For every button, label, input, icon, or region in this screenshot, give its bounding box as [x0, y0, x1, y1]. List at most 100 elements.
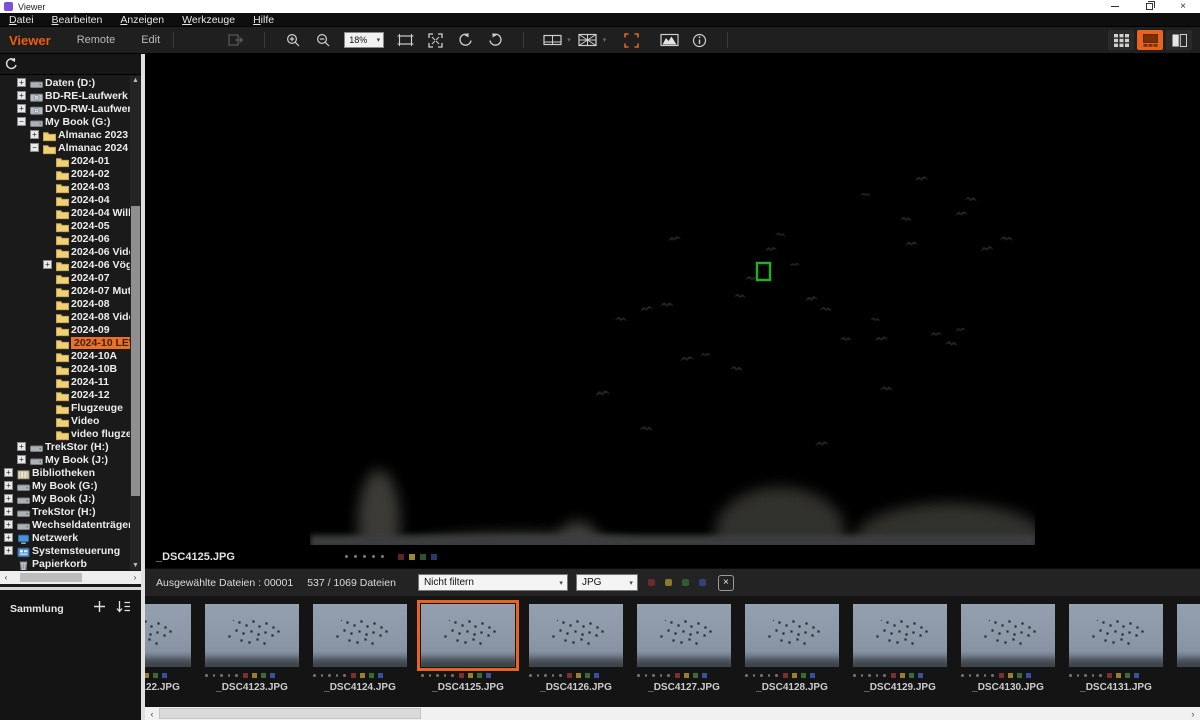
rating-dots[interactable]: [345, 555, 390, 558]
rating-dot[interactable]: [775, 674, 778, 677]
expand-icon[interactable]: +: [4, 481, 13, 490]
expand-icon[interactable]: +: [17, 442, 26, 451]
tree-item-2024-07[interactable]: 2024-07: [0, 271, 141, 284]
rating-dot[interactable]: [235, 674, 238, 677]
tree-item-dvd-rw-laufwerk-f[interactable]: +DVD-RW-Laufwerk (F:): [0, 102, 141, 115]
rating-dot[interactable]: [321, 674, 324, 677]
tree-item-2024-02[interactable]: 2024-02: [0, 167, 141, 180]
color-label-square[interactable]: [900, 673, 905, 678]
info-button[interactable]: [687, 30, 711, 51]
menu-werkzeuge[interactable]: Werkzeuge: [173, 14, 244, 26]
rating-dot[interactable]: [381, 555, 384, 558]
filmstrip-scrollbar[interactable]: ‹ ›: [145, 707, 1200, 720]
thumbnail-dsc4131-jpg[interactable]: _DSC4131.JPG: [1062, 596, 1170, 707]
close-button[interactable]: ×: [1166, 0, 1200, 13]
tree-vscroll-thumb[interactable]: [131, 206, 140, 496]
thumbnail-rating-row[interactable]: [745, 673, 839, 678]
thumbnail-rating-row[interactable]: [421, 673, 515, 678]
zoom-in-button[interactable]: [281, 30, 305, 51]
rating-dot[interactable]: [372, 555, 375, 558]
tree-item-2024-06-vögel[interactable]: +2024-06 Vögel: [0, 258, 141, 271]
rating-dot[interactable]: [220, 674, 223, 677]
color-labels[interactable]: [398, 554, 442, 560]
thumbnail-image[interactable]: [529, 604, 623, 667]
tree-item-video[interactable]: Video: [0, 414, 141, 427]
thumbnail-image[interactable]: [313, 604, 407, 667]
rating-dot[interactable]: [1069, 674, 1072, 677]
color-label-square[interactable]: [420, 554, 426, 560]
tree-item-2024-10b[interactable]: 2024-10B: [0, 362, 141, 375]
thumbnail-image[interactable]: [637, 604, 731, 667]
color-label-square[interactable]: [1026, 673, 1031, 678]
color-label-square[interactable]: [999, 673, 1004, 678]
tree-item-2024-06[interactable]: 2024-06: [0, 232, 141, 245]
rating-dot[interactable]: [969, 674, 972, 677]
color-label-square[interactable]: [684, 673, 689, 678]
expand-icon[interactable]: +: [17, 455, 26, 464]
format-select[interactable]: JPG ▾: [576, 574, 638, 591]
compare-grid-button[interactable]: [576, 30, 600, 51]
color-label-square[interactable]: [261, 673, 266, 678]
color-label-square[interactable]: [153, 673, 158, 678]
rating-dot[interactable]: [205, 674, 208, 677]
color-label-square[interactable]: [567, 673, 572, 678]
thumbnail-rating-row[interactable]: [1069, 673, 1163, 678]
color-label-square[interactable]: [270, 673, 275, 678]
thumbnail-dsc4128-jpg[interactable]: _DSC4128.JPG: [738, 596, 846, 707]
collapse-icon[interactable]: −: [30, 143, 39, 152]
expand-icon[interactable]: +: [17, 78, 26, 87]
filmstrip-view-button[interactable]: [1137, 30, 1163, 50]
tree-hscroll-thumb[interactable]: [20, 573, 82, 582]
tree-item-my-book-j[interactable]: +My Book (J:): [0, 492, 141, 505]
rating-dot[interactable]: [984, 674, 987, 677]
tree-item-2024-06-video[interactable]: 2024-06 Video: [0, 245, 141, 258]
thumbnail-dsc4123-jpg[interactable]: _DSC4123.JPG: [198, 596, 306, 707]
expand-icon[interactable]: +: [4, 468, 13, 477]
color-label-square[interactable]: [594, 673, 599, 678]
chevron-down-icon[interactable]: ▾: [603, 36, 607, 44]
tree-item-my-book-g[interactable]: +My Book (G:): [0, 479, 141, 492]
color-label-square[interactable]: [792, 673, 797, 678]
thumbnail-dsc4130-jpg[interactable]: _DSC4130.JPG: [954, 596, 1062, 707]
tree-item-2024-01[interactable]: 2024-01: [0, 154, 141, 167]
thumbnail-rating-row[interactable]: [637, 673, 731, 678]
collapse-icon[interactable]: −: [17, 117, 26, 126]
thumbnail-rating-row[interactable]: [313, 673, 407, 678]
thumbnail-image[interactable]: [421, 604, 515, 667]
expand-icon[interactable]: +: [17, 104, 26, 113]
rating-dot[interactable]: [313, 674, 316, 677]
refresh-icon[interactable]: [4, 57, 18, 71]
rating-dot[interactable]: [213, 674, 216, 677]
chevron-down-icon[interactable]: ▾: [567, 36, 571, 44]
restore-button[interactable]: [1132, 0, 1166, 13]
tree-item-2024-10a[interactable]: 2024-10A: [0, 349, 141, 362]
expand-icon[interactable]: +: [4, 520, 13, 529]
thumbnail-dsc4124-jpg[interactable]: _DSC4124.JPG: [306, 596, 414, 707]
expand-icon[interactable]: +: [4, 494, 13, 503]
rating-dot[interactable]: [868, 674, 871, 677]
color-label-square[interactable]: [1125, 673, 1130, 678]
rating-dot[interactable]: [529, 674, 532, 677]
tree-item-almanac-2023[interactable]: +Almanac 2023: [0, 128, 141, 141]
tree-item-papierkorb[interactable]: Papierkorb: [0, 557, 141, 570]
color-label-square[interactable]: [398, 554, 404, 560]
rating-dot[interactable]: [883, 674, 886, 677]
color-label-square[interactable]: [477, 673, 482, 678]
filter-color-dot[interactable]: [665, 579, 672, 586]
rating-dot[interactable]: [961, 674, 964, 677]
rating-dot[interactable]: [991, 674, 994, 677]
color-label-square[interactable]: [585, 673, 590, 678]
add-collection-button[interactable]: [93, 600, 106, 618]
tab-viewer[interactable]: Viewer: [9, 33, 51, 48]
focus-point-button[interactable]: [619, 30, 643, 51]
rating-dot[interactable]: [753, 674, 756, 677]
color-label-square[interactable]: [351, 673, 356, 678]
color-label-square[interactable]: [1008, 673, 1013, 678]
rating-dot[interactable]: [876, 674, 879, 677]
sort-collection-button[interactable]: [116, 600, 131, 618]
tree-horizontal-scrollbar[interactable]: ‹ ›: [0, 571, 141, 584]
thumbnail-rating-row[interactable]: [961, 673, 1055, 678]
thumbnail-image[interactable]: [745, 604, 839, 667]
minimize-button[interactable]: [1098, 0, 1132, 13]
scroll-right-icon[interactable]: ›: [1186, 709, 1200, 719]
